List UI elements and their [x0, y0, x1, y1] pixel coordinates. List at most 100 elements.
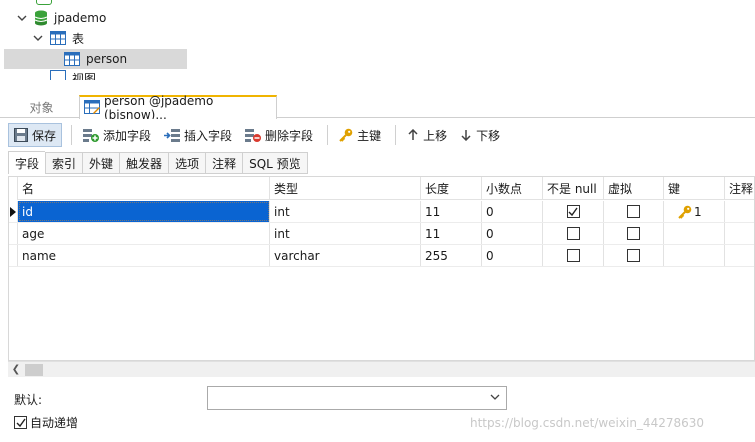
move-up-label: 上移 — [423, 128, 448, 143]
watermark: https://blog.csdn.net/weixin_44278630 — [470, 416, 705, 430]
header-type[interactable]: 类型 — [270, 177, 421, 200]
move-down-button[interactable]: 下移 — [455, 123, 505, 147]
tab-person-design[interactable]: person @jpademo (bisnow)... — [79, 94, 277, 122]
subtab-indexes[interactable]: 索引 — [45, 152, 83, 174]
save-button[interactable]: 保存 — [8, 123, 63, 147]
design-toolbar: 保存 添加字段 插入字段 删除字段 主键 上移 下移 — [0, 119, 755, 151]
move-up-button[interactable]: 上移 — [402, 123, 452, 147]
cell-decimals[interactable]: 0 — [482, 245, 543, 266]
table-row[interactable]: name varchar 255 0 — [9, 245, 754, 267]
tree-item-person[interactable]: person — [64, 49, 127, 69]
design-subtabs: 字段 索引 外键 触发器 选项 注释 SQL 预览 — [8, 151, 755, 174]
tab-objects[interactable]: 对象 — [6, 96, 77, 118]
cell-key[interactable]: 1 — [664, 201, 725, 222]
cell-name[interactable]: name — [18, 245, 270, 266]
tree-label-views: 视图 — [72, 72, 97, 80]
table-design-icon — [84, 99, 100, 117]
database-icon-partial — [36, 0, 52, 5]
row-indicator — [9, 245, 18, 266]
navigation-tree: jpademo 表 person 视图 — [0, 0, 755, 94]
header-length[interactable]: 长度 — [421, 177, 482, 200]
cell-length[interactable]: 11 — [421, 201, 482, 222]
cell-not-null — [543, 245, 604, 266]
not-null-checkbox[interactable] — [566, 205, 580, 218]
cell-decimals[interactable]: 0 — [482, 201, 543, 222]
chevron-down-icon[interactable] — [16, 12, 28, 24]
move-down-label: 下移 — [476, 128, 501, 143]
cell-length[interactable]: 255 — [421, 245, 482, 266]
current-row-indicator — [9, 201, 18, 222]
tree-label-person: person — [86, 52, 128, 66]
cell-comment[interactable] — [725, 201, 754, 222]
table-icon — [64, 52, 80, 66]
chevron-down-icon[interactable] — [32, 32, 44, 44]
default-value-select[interactable] — [207, 386, 507, 410]
cell-type[interactable]: int — [270, 201, 421, 222]
insert-field-button[interactable]: 插入字段 — [159, 123, 237, 147]
cell-decimals[interactable]: 0 — [482, 223, 543, 244]
subtab-fields[interactable]: 字段 — [8, 151, 46, 174]
tree-item-tables[interactable]: 表 — [32, 28, 84, 48]
subtab-sql-preview[interactable]: SQL 预览 — [242, 152, 308, 174]
header-not-null[interactable]: 不是 null — [543, 177, 604, 200]
row-indicator — [9, 223, 18, 244]
cell-not-null — [543, 223, 604, 244]
auto-increment-option[interactable]: 自动递增 — [14, 414, 78, 431]
virtual-checkbox[interactable] — [627, 205, 640, 218]
auto-increment-label: 自动递增 — [30, 416, 79, 430]
cell-type[interactable]: varchar — [270, 245, 421, 266]
table-row[interactable]: age int 11 0 — [9, 223, 754, 245]
default-label: 默认: — [14, 393, 43, 407]
scrollbar-thumb[interactable] — [25, 363, 43, 376]
cell-key[interactable] — [664, 245, 725, 266]
arrow-up-icon — [407, 129, 419, 141]
cell-virtual — [604, 201, 664, 222]
insert-field-label: 插入字段 — [184, 128, 233, 143]
cell-key[interactable] — [664, 223, 725, 244]
grid-header: 名 类型 长度 小数点 不是 null 虚拟 键 注释 — [9, 177, 754, 200]
tree-item-jpademo[interactable]: jpademo — [16, 8, 106, 28]
tree-item-views-partial[interactable]: 视图 — [50, 70, 96, 80]
key-icon — [339, 128, 353, 142]
subtab-comment[interactable]: 注释 — [205, 152, 243, 174]
not-null-checkbox[interactable] — [566, 227, 580, 240]
cell-length[interactable]: 11 — [421, 223, 482, 244]
cell-comment[interactable] — [725, 223, 754, 244]
tree-label-jpademo: jpademo — [54, 11, 107, 25]
scroll-left-icon[interactable]: ❮ — [8, 362, 24, 378]
virtual-checkbox[interactable] — [627, 249, 640, 262]
subtab-triggers[interactable]: 触发器 — [119, 152, 169, 174]
virtual-checkbox[interactable] — [627, 227, 640, 240]
save-icon — [14, 128, 28, 142]
tab-person-label: person @jpademo (bisnow)... — [104, 94, 214, 122]
delete-field-button[interactable]: 删除字段 — [240, 123, 318, 147]
header-virtual[interactable]: 虚拟 — [604, 177, 664, 200]
header-comment[interactable]: 注释 — [725, 177, 754, 200]
database-icon — [34, 10, 48, 26]
subtab-foreign-keys[interactable]: 外键 — [82, 152, 120, 174]
view-icon — [50, 70, 66, 80]
cell-comment[interactable] — [725, 245, 754, 266]
add-field-button[interactable]: 添加字段 — [78, 123, 156, 147]
fields-grid: 名 类型 长度 小数点 不是 null 虚拟 键 注释 id int 11 0 — [8, 176, 755, 361]
primary-key-button[interactable]: 主键 — [334, 123, 386, 147]
not-null-checkbox[interactable] — [566, 249, 580, 262]
cell-name[interactable]: id — [18, 201, 270, 222]
header-name[interactable]: 名 — [18, 177, 270, 200]
cell-type[interactable]: int — [270, 223, 421, 244]
subtab-options[interactable]: 选项 — [168, 152, 206, 174]
cell-name[interactable]: age — [18, 223, 270, 244]
cell-not-null — [543, 201, 604, 222]
arrow-down-icon — [460, 129, 472, 141]
add-field-icon — [83, 128, 100, 142]
field-properties-panel: 默认: 自动递增 https://blog.csdn.net/weixin_44… — [0, 378, 755, 442]
horizontal-scrollbar[interactable]: ❮ — [8, 361, 755, 377]
primary-key-icon — [678, 205, 692, 219]
tree-label-tables: 表 — [72, 31, 85, 46]
auto-increment-checkbox[interactable] — [14, 416, 27, 429]
header-key[interactable]: 键 — [664, 177, 725, 200]
header-decimals[interactable]: 小数点 — [482, 177, 543, 200]
cell-virtual — [604, 245, 664, 266]
key-order: 1 — [694, 204, 702, 219]
table-row[interactable]: id int 11 0 1 — [9, 201, 754, 223]
